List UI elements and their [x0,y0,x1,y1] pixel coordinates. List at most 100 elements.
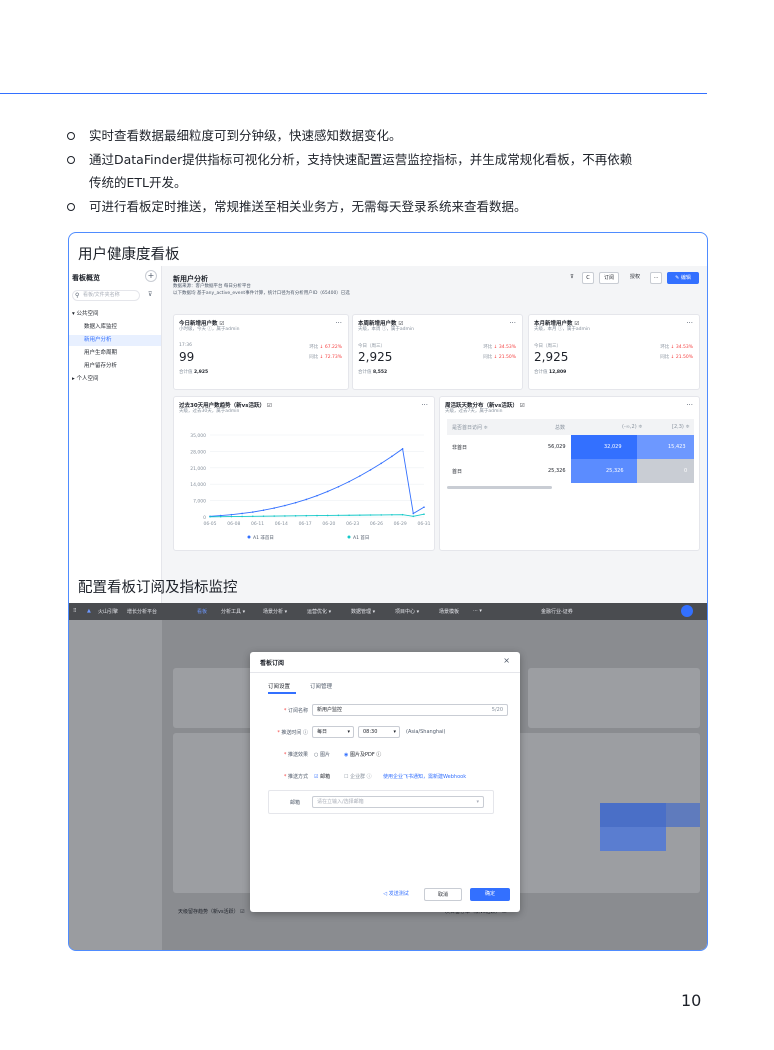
sidebar-item-new-user[interactable]: 新用户分析 [69,335,161,346]
bullet-circle-icon [67,155,75,164]
data-point [337,485,340,488]
top-nav-bar: ⠿ ▲ 火山引擎 增长分析平台 看板 分析工具 ▾ 场景分析 ▾ 运营优化 ▾ … [69,603,707,620]
env-selector[interactable]: 金融行业-证券 [541,608,573,615]
subscription-name-input[interactable]: 新用户监控 5/20 [312,704,508,716]
nav-item[interactable]: 运营优化 ▾ [307,608,331,615]
more-button[interactable]: ··· [650,272,662,284]
filter-icon[interactable]: ⊽ [148,291,152,298]
chevron-down-icon: ▾ [476,799,479,805]
card-more-icon[interactable]: ··· [686,319,693,327]
sidebar-item-retention[interactable]: 用户留存分析 [69,361,161,372]
name-label: * 订阅名称 [283,708,308,714]
send-test-button[interactable]: ◁ 发送测试 [376,888,416,901]
subscription-modal: 看板订阅 × 订阅设置 订阅管理 * 订阅名称 新用户监控 5/20 * 推送时… [250,652,520,912]
add-dashboard-button[interactable]: + [145,270,157,282]
edit-button[interactable]: ✎ 编辑 [667,272,699,284]
sidebar-item-lifecycle[interactable]: 用户生命周期 [69,348,161,359]
nav-item[interactable]: 看板 [197,608,207,615]
radio-image[interactable]: ○ 图片 [314,751,330,758]
app-name: 火山引擎 [98,609,119,615]
logo-icon: ▲ [87,608,91,614]
data-point [412,512,415,515]
table-header[interactable]: 是否首日访问 ≑ [452,424,488,431]
sidebar-item-ingest-monitor[interactable]: 数据入库监控 [69,322,161,333]
compare-label: 同比 [660,355,670,360]
refresh-button[interactable]: C [582,272,594,284]
bullet-circle-icon [67,202,75,211]
series-line [209,448,425,517]
x-tick-label: 06-17 [299,521,312,527]
time-select[interactable]: 08:30 ▾ [358,726,400,738]
radio-image-pdf[interactable]: ◉ 图片及PDF ⓘ [344,751,381,758]
webhook-link[interactable]: 使用企业飞书通知，需新建Webhook [383,773,466,780]
total-label: 合计值 [179,370,193,375]
line-chart-card: 过去30天用户数趋势（新vs活跃） ☑ 天级，过去30天，属于admin ···… [173,396,435,551]
freq-value: 每日 [317,729,328,735]
sidebar-title: 看板概览 [72,274,100,282]
compare-label: 环比 [309,345,319,350]
horizontal-scrollbar[interactable] [447,486,552,489]
email-label: 邮箱 [290,800,301,806]
close-icon[interactable]: × [503,656,510,665]
nav-item[interactable]: 场景模板 [439,608,459,615]
time-label: * 推送时间 ⓘ [277,730,308,736]
top-rule [0,93,707,94]
x-tick-label: 06-31 [417,521,430,527]
data-point [241,512,243,515]
frequency-select[interactable]: 每日 ▾ [312,726,354,738]
confirm-button[interactable]: 确定 [470,888,510,901]
nav-item[interactable]: 项目中心 ▾ [395,608,419,615]
heat-value: 15,423 [668,444,686,450]
kpi-card-week: 本周新增用户数 ☑ 天级，本周 ⓘ，属于admin ··· 今日（周三） 2,9… [352,314,523,390]
nav-item[interactable]: 数据管理 ▾ [351,608,375,615]
y-tick-label: 28,000 [190,449,206,455]
nav-item[interactable]: 场景分析 ▾ [263,608,287,615]
sidebar-item-public[interactable]: ▾ 公共空间 [69,309,161,320]
kpi-time: 今日（周三） [358,344,385,349]
data-point [359,475,361,477]
cancel-button[interactable]: 取消 [424,888,462,901]
kpi-time: 17:36 [179,343,192,348]
dimmed-sidebar [69,620,162,950]
legend-label: A1 非首日 [253,534,274,541]
checkbox-label: 邮箱 [320,774,331,780]
bullet-circle-icon [67,132,75,140]
checkbox-group[interactable]: ☐ 企业群 ⓘ [344,773,372,780]
x-tick-label: 06-14 [275,521,288,527]
nav-item[interactable]: 分析工具 ▾ [221,608,245,615]
tab-settings[interactable]: 订阅设置 [268,682,290,690]
bullet-text-continued: 传统的ETL开发。 [89,175,187,190]
authorize-button[interactable]: 授权 [625,272,645,284]
card-more-icon[interactable]: ··· [421,401,428,409]
compare-label: 环比 [483,345,493,350]
filter-button[interactable]: ⊽ [566,272,578,284]
sidebar-item-personal[interactable]: ▸ 个人空间 [69,374,161,385]
nav-item[interactable]: ··· ▾ [473,608,482,614]
table-header[interactable]: [2,3) ≑ [672,424,690,430]
subscribe-button[interactable]: 订阅 [599,272,619,284]
chevron-down-icon: ▾ [347,729,350,735]
card-more-icon[interactable]: ··· [335,319,342,327]
card-more-icon[interactable]: ··· [686,401,693,409]
apps-grid-icon[interactable]: ⠿ [73,608,77,614]
table-header[interactable]: (-∞,2) ≑ [622,424,642,430]
card-more-icon[interactable]: ··· [509,319,516,327]
avatar[interactable] [681,605,693,617]
data-point [391,455,393,458]
tab-management[interactable]: 订阅管理 [310,682,332,690]
heat-cell [571,459,637,483]
checkbox-label: 企业群 ⓘ [350,774,372,780]
email-select[interactable]: 请在立输入/选择邮箱 ▾ [312,796,484,808]
table-header: 总数 [555,425,566,431]
sidebar-search-input[interactable]: ⚲ 看板/文件夹名称 [72,290,140,301]
y-tick-label: 7,000 [193,499,206,505]
data-point [262,509,265,512]
data-point [380,514,382,516]
bullet-text: 可进行看板定时推送，常规推送至相关业务方，无需每天登录系统来查看数据。 [89,198,527,214]
screenshot-frame: 用户健康度看板 看板概览 + ⚲ 看板/文件夹名称 ⊽ ▾ 公共空间 数据入库监… [68,232,708,951]
checkbox-email[interactable]: ☑ 邮箱 [314,773,330,780]
kpi-card-today: 今日新增用户数 ☑ 小时级，今天 ⓘ，属于admin ··· 17:36 99 … [173,314,349,390]
char-count: 5/20 [491,707,503,713]
kpi-time: 今日（周三） [534,344,561,349]
kpi-card-month: 本月新增用户数 ☑ 天级，本月 ⓘ，属于admin ··· 今日（周三） 2,9… [528,314,700,390]
